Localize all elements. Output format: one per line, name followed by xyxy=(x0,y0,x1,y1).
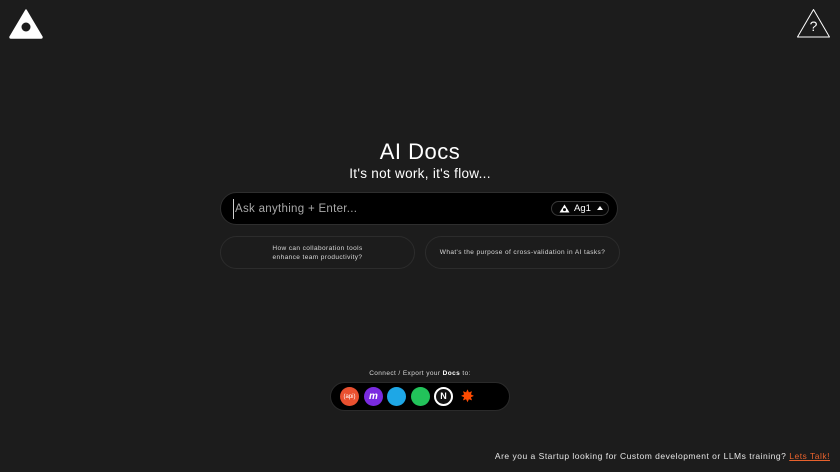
page-subtitle: It's not work, it's flow... xyxy=(349,166,491,181)
triangle-logo-icon xyxy=(559,204,570,213)
footer-text: Are you a Startup looking for Custom dev… xyxy=(494,451,787,461)
zapier-icon[interactable]: ✸ xyxy=(458,387,477,406)
page: ? AI Docs It's not work, it's flow... Ag… xyxy=(0,0,840,472)
footer-cta: Are you a Startup looking for Custom dev… xyxy=(495,451,830,462)
make-glyph: m xyxy=(369,390,378,402)
model-select[interactable]: Ag1 xyxy=(551,201,609,216)
integrations-bar: (api) m N ✸ xyxy=(330,382,510,411)
triangle-logo-icon xyxy=(9,9,43,39)
logo-button[interactable] xyxy=(9,9,43,39)
connect-label-prefix: Connect / Export your xyxy=(369,370,443,377)
api-glyph: (api) xyxy=(343,393,356,400)
make-icon[interactable]: m xyxy=(364,387,383,406)
lets-talk-link[interactable]: Lets Talk! xyxy=(789,451,830,461)
suggestion-chip[interactable]: How can collaboration tools enhance team… xyxy=(220,236,415,269)
blue-circle-icon[interactable] xyxy=(387,387,406,406)
help-symbol: ? xyxy=(809,18,818,34)
search-input[interactable] xyxy=(233,199,535,219)
connect-label: Connect / Export your Docs to: xyxy=(0,369,840,378)
notion-icon[interactable]: N xyxy=(434,387,453,406)
notion-glyph: N xyxy=(440,391,447,401)
model-label: Ag1 xyxy=(574,203,591,214)
page-title: AI Docs xyxy=(379,139,461,164)
suggestion-label: How can collaboration tools enhance team… xyxy=(272,244,363,261)
help-button[interactable]: ? xyxy=(796,8,831,39)
caret-up-icon xyxy=(597,206,603,210)
suggestion-chip[interactable]: What's the purpose of cross-validation i… xyxy=(425,236,620,269)
search-box: Ag1 xyxy=(220,192,618,225)
suggestion-label: What's the purpose of cross-validation i… xyxy=(439,249,606,256)
connect-label-suffix: to: xyxy=(460,370,471,377)
green-circle-icon[interactable] xyxy=(411,387,430,406)
connect-label-strong: Docs xyxy=(442,370,461,377)
api-icon[interactable]: (api) xyxy=(340,387,359,406)
zapier-glyph: ✸ xyxy=(460,387,475,406)
